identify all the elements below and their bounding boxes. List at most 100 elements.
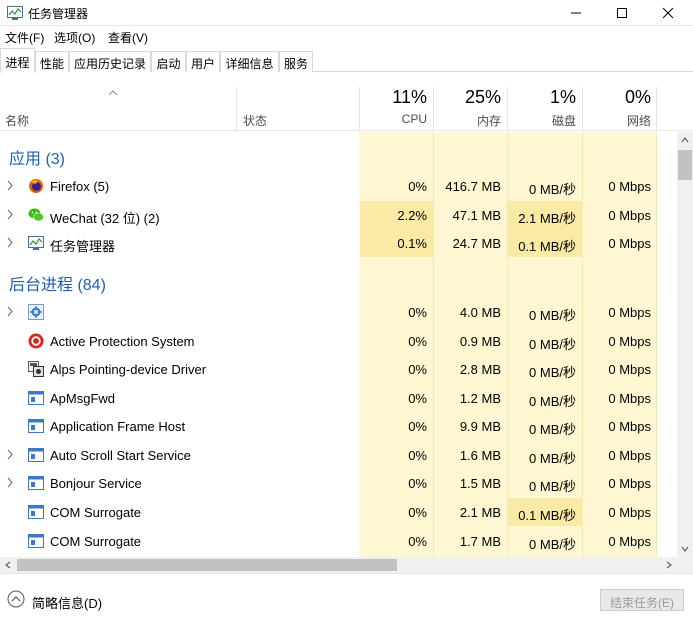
- cpu-value: 0%: [408, 362, 427, 377]
- scroll-left-button[interactable]: [0, 557, 16, 573]
- tab-performance[interactable]: 性能: [35, 51, 69, 72]
- vertical-scrollbar[interactable]: [677, 132, 693, 557]
- memory-total: 25%: [464, 87, 501, 107]
- cpu-value: 0%: [408, 391, 427, 406]
- disk-value: 0 MB/秒: [529, 537, 576, 552]
- chevron-right-icon[interactable]: [6, 237, 14, 248]
- scroll-right-button[interactable]: [661, 557, 677, 573]
- cpu-total: 11%: [392, 87, 427, 107]
- window-icon: [28, 534, 44, 548]
- network-value: 0 Mbps: [608, 476, 651, 491]
- disk-total: 1%: [549, 87, 576, 107]
- column-status[interactable]: 状态: [243, 112, 267, 129]
- tab-bar: 进程 性能 应用历史记录 启动 用户 详细信息 服务: [0, 48, 693, 73]
- memory-value: 2.1 MB: [459, 505, 501, 520]
- gear-icon: [28, 304, 44, 320]
- network-value: 0 Mbps: [608, 391, 651, 406]
- network-value: 0 Mbps: [608, 448, 651, 463]
- process-row-apmsgfwd[interactable]: ApMsgFwd 0% 1.2 MB 0 MB/秒 0 Mbps: [0, 384, 677, 412]
- minimize-button[interactable]: [553, 0, 599, 26]
- driver-icon: [28, 361, 44, 377]
- column-header: 名称 状态 11% CPU 25% 内存 1% 磁盘 0% 网络: [0, 87, 693, 131]
- maximize-button[interactable]: [599, 0, 645, 26]
- disk-value: 0 MB/秒: [529, 479, 576, 494]
- process-row-auto-scroll[interactable]: Auto Scroll Start Service 0% 1.6 MB 0 MB…: [0, 441, 677, 469]
- cpu-value: 0%: [408, 419, 427, 434]
- task-manager-app-icon: [7, 6, 23, 20]
- vertical-scroll-thumb[interactable]: [678, 150, 692, 180]
- cpu-value: 0%: [408, 476, 427, 491]
- tab-details[interactable]: 详细信息: [220, 51, 279, 72]
- group-background-processes[interactable]: 后台进程 (84): [9, 271, 106, 295]
- chevron-right-icon[interactable]: [6, 449, 14, 460]
- menu-options[interactable]: 选项(O): [54, 29, 95, 46]
- process-row-com-surrogate[interactable]: COM Surrogate 0% 1.7 MB 0 MB/秒 0 Mbps: [0, 527, 677, 555]
- minimize-icon: [571, 12, 581, 14]
- scroll-up-button[interactable]: [677, 132, 693, 148]
- column-name[interactable]: 名称: [5, 112, 29, 129]
- menu-file[interactable]: 文件(F): [5, 29, 44, 46]
- network-label: 网络: [626, 114, 651, 128]
- wechat-icon: [28, 208, 44, 222]
- memory-value: 0.9 MB: [459, 334, 501, 349]
- process-row-alps-driver[interactable]: Alps Pointing-device Driver 0% 2.8 MB 0 …: [0, 355, 677, 383]
- window-title: 任务管理器: [28, 7, 89, 21]
- process-row-application-frame-host[interactable]: Application Frame Host 0% 9.9 MB 0 MB/秒 …: [0, 412, 677, 440]
- process-list: 应用 (3) Firefox (5) 0% 416.7 MB 0 MB/秒 0 …: [0, 132, 677, 557]
- process-row-com-surrogate[interactable]: COM Surrogate 0% 2.1 MB 0.1 MB/秒 0 Mbps: [0, 498, 677, 526]
- process-name: ApMsgFwd: [50, 391, 116, 406]
- chevron-right-icon[interactable]: [6, 209, 14, 220]
- process-name: Bonjour Service: [50, 476, 142, 491]
- horizontal-scrollbar[interactable]: [0, 557, 677, 573]
- cpu-value: 0%: [408, 305, 427, 320]
- network-value: 0 Mbps: [608, 305, 651, 320]
- process-row-bonjour[interactable]: Bonjour Service 0% 1.5 MB 0 MB/秒 0 Mbps: [0, 469, 677, 497]
- process-row-wechat[interactable]: WeChat (32 位) (2) 2.2% 47.1 MB 2.1 MB/秒 …: [0, 201, 677, 229]
- disk-value: 0 MB/秒: [529, 182, 576, 197]
- process-name: Firefox (5): [50, 179, 110, 194]
- process-row-task-manager[interactable]: 任务管理器 0.1% 24.7 MB 0.1 MB/秒 0 Mbps: [0, 229, 677, 257]
- column-divider: [236, 87, 237, 131]
- horizontal-scroll-thumb[interactable]: [17, 559, 397, 571]
- maximize-icon: [617, 8, 627, 18]
- tab-services[interactable]: 服务: [279, 51, 313, 72]
- process-name: 任务管理器: [50, 239, 116, 254]
- disk-value: 0.1 MB/秒: [518, 239, 576, 254]
- group-apps[interactable]: 应用 (3): [9, 145, 65, 169]
- chevron-down-icon: [681, 546, 689, 552]
- menu-view[interactable]: 查看(V): [108, 29, 148, 46]
- cpu-value: 2.2%: [397, 208, 427, 223]
- tab-processes[interactable]: 进程: [0, 48, 35, 73]
- network-value: 0 Mbps: [608, 236, 651, 251]
- memory-value: 1.2 MB: [459, 391, 501, 406]
- network-value: 0 Mbps: [608, 179, 651, 194]
- protection-icon: [28, 333, 44, 349]
- tab-app-history[interactable]: 应用历史记录: [69, 51, 151, 72]
- end-task-button[interactable]: 结束任务(E): [600, 589, 684, 611]
- fewer-details-link[interactable]: 简略信息(D): [32, 593, 102, 612]
- menu-bar: 文件(F) 选项(O) 查看(V): [0, 26, 693, 47]
- process-row-firefox[interactable]: Firefox (5) 0% 416.7 MB 0 MB/秒 0 Mbps: [0, 172, 677, 200]
- chevron-right-icon[interactable]: [6, 477, 14, 488]
- cpu-value: 0%: [408, 179, 427, 194]
- scroll-down-button[interactable]: [677, 541, 693, 557]
- memory-value: 47.1 MB: [452, 208, 501, 223]
- memory-value: 24.7 MB: [452, 236, 501, 251]
- chevron-right-icon[interactable]: [6, 180, 14, 191]
- disk-value: 0.1 MB/秒: [518, 508, 576, 523]
- close-button[interactable]: [645, 0, 691, 26]
- process-name: COM Surrogate: [50, 534, 142, 549]
- tab-users[interactable]: 用户: [186, 51, 220, 72]
- chevron-right-icon: [666, 561, 672, 569]
- process-name: WeChat (32 位) (2): [50, 211, 160, 226]
- disk-value: 0 MB/秒: [529, 394, 576, 409]
- cpu-label: CPU: [401, 112, 427, 126]
- collapse-details-icon[interactable]: [7, 590, 25, 608]
- network-total: 0%: [624, 87, 651, 107]
- process-row-active-protection[interactable]: Active Protection System 0% 0.9 MB 0 MB/…: [0, 327, 677, 355]
- network-value: 0 Mbps: [608, 334, 651, 349]
- cpu-value: 0%: [408, 505, 427, 520]
- tab-startup[interactable]: 启动: [151, 51, 186, 72]
- process-row-unnamed[interactable]: 0% 4.0 MB 0 MB/秒 0 Mbps: [0, 298, 677, 326]
- chevron-right-icon[interactable]: [6, 306, 14, 317]
